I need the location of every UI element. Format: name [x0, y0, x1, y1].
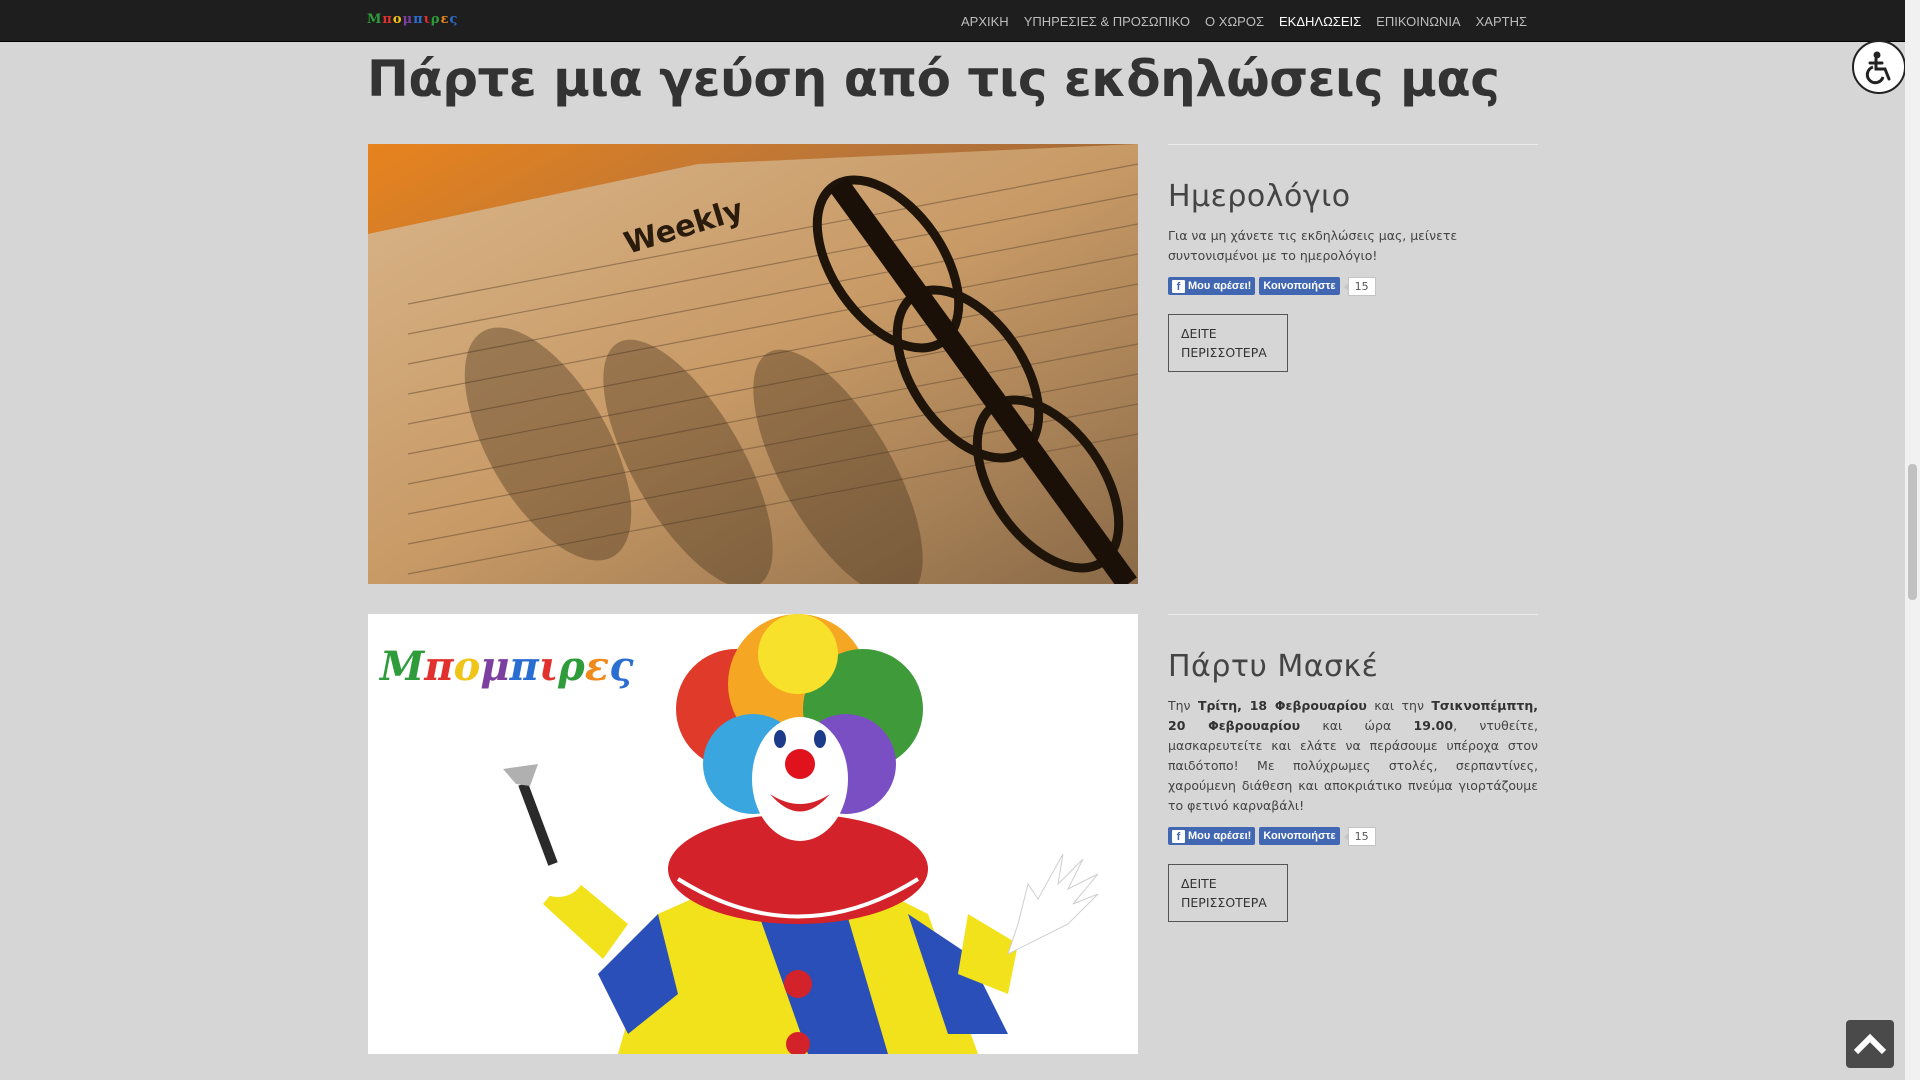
- facebook-share-button[interactable]: Κοινοποιήστε: [1259, 827, 1340, 845]
- facebook-widgets: f Μου αρέσει! Κοινοποιήστε 15: [1168, 826, 1538, 846]
- facebook-like-button[interactable]: f Μου αρέσει!: [1168, 277, 1256, 295]
- main-nav: ΑΡΧΙΚΗ ΥΠΗΡΕΣΙΕΣ & ΠΡΟΣΩΠΙΚΟ Ο ΧΩΡΟΣ ΕΚΔ…: [961, 0, 1527, 42]
- site-logo[interactable]: Μπoμπιρες: [367, 12, 458, 27]
- scrollbar-thumb[interactable]: [1908, 464, 1917, 600]
- see-more-button[interactable]: ΔΕΙΤΕ ΠΕΡΙΣΣΟΤΕΡΑ: [1168, 314, 1288, 372]
- like-label: Μου αρέσει!: [1188, 830, 1252, 842]
- calendar-photo: Weekly: [368, 144, 1138, 584]
- chevron-up-icon: [1853, 1033, 1887, 1055]
- nav-map[interactable]: ΧΑΡΤΗΣ: [1476, 14, 1527, 29]
- share-label: Κοινοποιήστε: [1263, 830, 1336, 842]
- like-label: Μου αρέσει!: [1188, 280, 1252, 292]
- image-logo-text: Μπoμπιρες: [378, 643, 634, 690]
- nav-home[interactable]: ΑΡΧΙΚΗ: [961, 14, 1009, 29]
- event-description: Για να μη χάνετε τις εκδηλώσεις μας, μεί…: [1168, 228, 1458, 263]
- facebook-f-icon: f: [1172, 829, 1185, 843]
- accessibility-icon: [1865, 51, 1891, 85]
- event-description: Την Τρίτη, 18 Φεβρουαρίου και την Τσικνο…: [1168, 698, 1539, 813]
- top-navbar: Μπoμπιρες ΑΡΧΙΚΗ ΥΠΗΡΕΣΙΕΣ & ΠΡΟΣΩΠΙΚΟ Ο…: [0, 0, 1905, 42]
- event-card-masquerade: Πάρτυ Μασκέ Την Τρίτη, 18 Φεβρουαρίου κα…: [1168, 614, 1538, 922]
- event-card-calendar: Ημερολόγιο Για να μη χάνετε τις εκδηλώσε…: [1168, 144, 1538, 372]
- nav-space[interactable]: Ο ΧΩΡΟΣ: [1205, 14, 1264, 29]
- event-image-calendar[interactable]: Weekly: [368, 144, 1138, 584]
- facebook-f-icon: f: [1172, 279, 1185, 293]
- nav-services[interactable]: ΥΠΗΡΕΣΙΕΣ & ΠΡΟΣΩΠΙΚΟ: [1024, 14, 1190, 29]
- event-title: Πάρτυ Μασκέ: [1168, 649, 1379, 684]
- clown-photo: Μπoμπιρες: [368, 614, 1138, 1054]
- like-count: 15: [1343, 826, 1376, 846]
- page-scrollbar[interactable]: [1905, 0, 1920, 1080]
- event-image-masquerade[interactable]: Μπoμπιρες: [368, 614, 1138, 1054]
- see-more-button[interactable]: ΔΕΙΤΕ ΠΕΡΙΣΣΟΤΕΡΑ: [1168, 864, 1288, 922]
- like-count: 15: [1343, 276, 1376, 296]
- event-title: Ημερολόγιο: [1168, 179, 1351, 214]
- back-to-top-button[interactable]: [1846, 1020, 1894, 1068]
- facebook-widgets: f Μου αρέσει! Κοινοποιήστε 15: [1168, 276, 1538, 296]
- nav-contact[interactable]: ΕΠΙΚΟΙΝΩΝΙΑ: [1376, 14, 1460, 29]
- accessibility-button[interactable]: [1852, 40, 1906, 94]
- facebook-share-button[interactable]: Κοινοποιήστε: [1259, 277, 1340, 295]
- share-label: Κοινοποιήστε: [1263, 280, 1336, 292]
- facebook-like-button[interactable]: f Μου αρέσει!: [1168, 827, 1256, 845]
- nav-events[interactable]: ΕΚΔΗΛΩΣΕΙΣ: [1279, 14, 1361, 29]
- page-title: Πάρτε μια γεύση από τις εκδηλώσεις μας: [367, 50, 1500, 108]
